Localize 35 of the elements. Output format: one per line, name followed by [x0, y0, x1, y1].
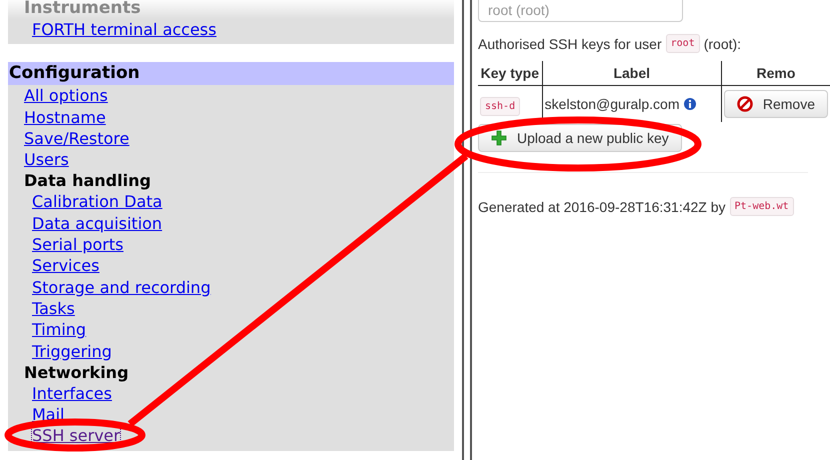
nav-link[interactable]: Interfaces: [32, 382, 112, 404]
section-title: Configuration: [8, 62, 454, 86]
nav-link[interactable]: Data acquisition: [32, 212, 162, 234]
nav-link[interactable]: SSH server: [32, 425, 120, 447]
nav-link[interactable]: Storage and recording: [32, 276, 211, 298]
generated-text: Generated at 2016-09-28T16:31:42Z by: [478, 198, 726, 214]
nav-link[interactable]: All options: [24, 85, 108, 107]
nav-link[interactable]: Hostname: [24, 106, 106, 128]
column-header: Remo: [721, 61, 830, 86]
caption-text: (root):: [704, 36, 742, 52]
key-label: skelston@guralp.com: [544, 96, 680, 112]
column-header: Label: [542, 61, 722, 86]
section-title: Instruments: [8, 0, 454, 19]
prohibited-icon: [736, 96, 753, 112]
nav-link[interactable]: Services: [32, 255, 100, 277]
plus-icon: [491, 130, 507, 146]
remove-button[interactable]: Remove: [724, 90, 828, 118]
nav-link[interactable]: Timing: [32, 319, 86, 341]
nav-link[interactable]: Save/Restore: [24, 128, 130, 150]
code-text: Pt-web.wt: [730, 197, 794, 216]
nav-link[interactable]: Users: [24, 149, 69, 170]
nav-link[interactable]: Tasks: [32, 298, 75, 320]
code-text: root: [666, 34, 700, 53]
info-icon: [684, 98, 696, 110]
nav-link[interactable]: Calibration Data: [32, 191, 162, 213]
group-heading: Data handling: [24, 170, 152, 192]
nav-link[interactable]: Serial ports: [32, 234, 124, 256]
upload-button[interactable]: Upload a new public key: [478, 124, 682, 152]
column-header: Key type: [478, 61, 542, 86]
key-type-code: ssh-d: [480, 97, 520, 116]
nav-link[interactable]: Triggering: [32, 340, 112, 362]
caption-text: Authorised SSH keys for user: [478, 36, 662, 52]
nav-link[interactable]: FORTH terminal access: [32, 19, 216, 40]
nav-link[interactable]: Mail: [32, 404, 64, 426]
group-heading: Networking: [24, 362, 130, 383]
